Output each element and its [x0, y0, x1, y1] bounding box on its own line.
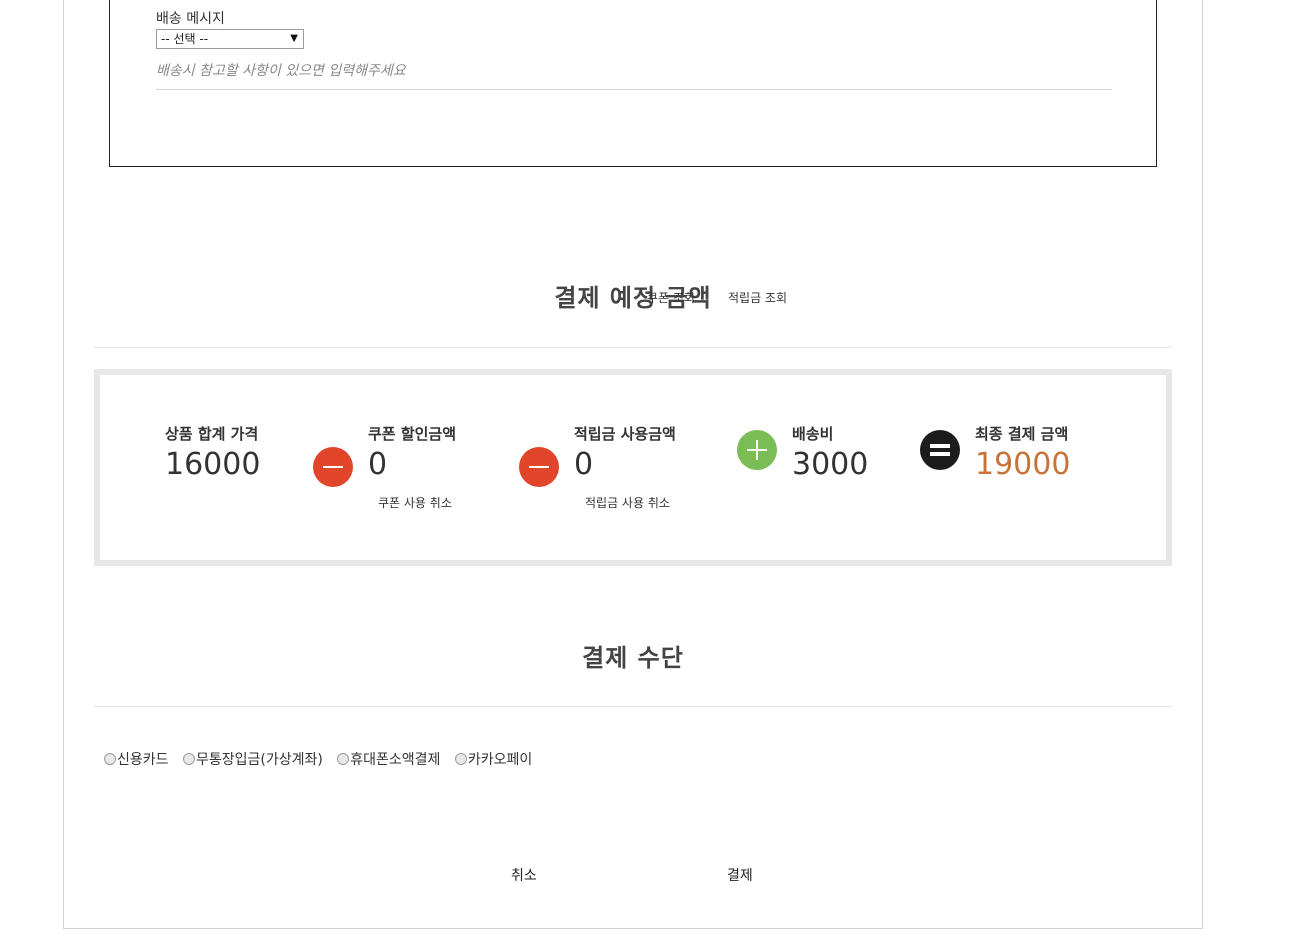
coupon-cancel-link[interactable]: 쿠폰 사용 취소 — [378, 494, 452, 511]
cancel-button[interactable]: 취소 — [511, 865, 537, 885]
shipping-message-label: 배송 메시지 — [156, 11, 225, 27]
payment-option-label: 카카오페이 — [467, 752, 533, 768]
payment-option-bank-transfer[interactable]: 무통장입금(가상계좌) — [182, 749, 323, 769]
pay-button[interactable]: 결제 — [727, 865, 753, 885]
payment-option-label: 무통장입금(가상계좌) — [195, 752, 323, 768]
section-divider — [94, 347, 1172, 348]
coupon-lookup-link[interactable]: 쿠폰 조회 — [647, 289, 695, 306]
equals-circle-icon — [920, 430, 960, 470]
minus-circle-icon — [519, 447, 559, 487]
shipping-fee: 배송비 3000 — [792, 423, 868, 482]
payment-option-mobile[interactable]: 휴대폰소액결제 — [337, 749, 440, 769]
points-lookup-link[interactable]: 적립금 조회 — [728, 289, 787, 306]
minus-circle-icon — [313, 447, 353, 487]
payment-option-label: 신용카드 — [117, 752, 169, 768]
radio-icon[interactable] — [104, 753, 116, 765]
shipping-message-select[interactable]: -- 선택 -- ▼ — [156, 29, 304, 49]
points-used-value: 0 — [574, 447, 594, 482]
coupon-discount-label: 쿠폰 할인금액 — [368, 425, 457, 443]
payment-method-header: 결제 수단 — [94, 638, 1172, 673]
shipping-fee-value: 3000 — [792, 447, 869, 482]
payment-method-options: 신용카드 무통장입금(가상계좌) 휴대폰소액결제 카카오페이 — [104, 749, 542, 769]
radio-icon[interactable] — [454, 753, 467, 765]
product-total: 상품 합계 가격 16000 — [165, 423, 260, 482]
dropdown-arrow-icon: ▼ — [290, 33, 298, 44]
radio-icon[interactable] — [337, 753, 350, 765]
points-used: 적립금 사용금액 0 — [574, 423, 676, 482]
payment-option-label: 휴대폰소액결제 — [350, 752, 441, 768]
payment-method-title: 결제 수단 — [582, 644, 684, 672]
radio-icon[interactable] — [182, 753, 195, 765]
payment-option-credit-card[interactable]: 신용카드 — [104, 749, 169, 769]
shipping-fee-label: 배송비 — [792, 425, 834, 443]
coupon-discount: 쿠폰 할인금액 0 — [368, 423, 456, 482]
shipping-message-input-line[interactable] — [156, 89, 1112, 90]
final-amount: 최종 결제 금액 19000 — [975, 423, 1070, 482]
final-amount-label: 최종 결제 금액 — [975, 425, 1069, 443]
plus-circle-icon — [737, 430, 777, 470]
payment-option-kakaopay[interactable]: 카카오페이 — [454, 749, 533, 769]
payment-summary-box: 상품 합계 가격 16000 쿠폰 할인금액 0 쿠폰 사용 취소 적립금 사용… — [94, 369, 1172, 566]
shipping-message-hint: 배송시 참고할 사항이 있으면 입력해주세요 — [156, 63, 406, 79]
final-amount-value: 19000 — [975, 447, 1071, 482]
product-total-value: 16000 — [165, 447, 261, 482]
points-cancel-link[interactable]: 적립금 사용 취소 — [585, 494, 670, 511]
section-divider — [94, 706, 1172, 707]
shipping-select-value: -- 선택 -- — [161, 32, 209, 46]
coupon-discount-value: 0 — [368, 447, 388, 482]
shipping-message-box: 배송 메시지 -- 선택 -- ▼ 배송시 참고할 사항이 있으면 입력해주세요 — [109, 0, 1157, 167]
points-used-label: 적립금 사용금액 — [574, 425, 676, 443]
payment-amount-header: 결제 예정 금액 — [94, 278, 1172, 313]
product-total-label: 상품 합계 가격 — [165, 425, 259, 443]
